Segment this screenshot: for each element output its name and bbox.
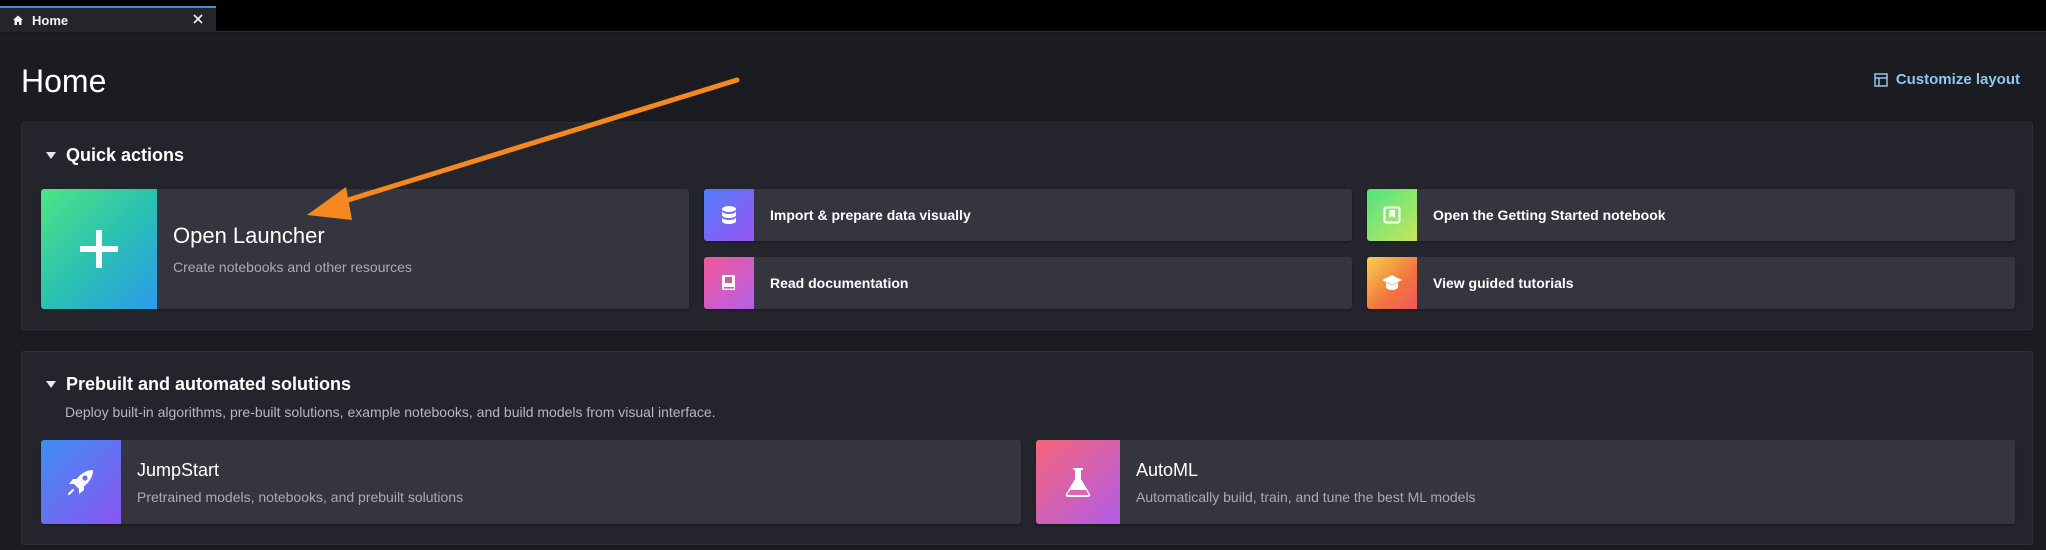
customize-layout-button[interactable]: Customize layout [1874, 71, 2020, 88]
read-documentation-card[interactable]: Read documentation [704, 257, 1352, 309]
book-icon [704, 257, 754, 309]
read-documentation-label: Read documentation [770, 275, 909, 291]
open-launcher-card[interactable]: Open Launcher Create notebooks and other… [41, 189, 689, 309]
prebuilt-solutions-panel: Prebuilt and automated solutions Deploy … [21, 351, 2033, 545]
caret-down-icon [46, 152, 56, 159]
open-launcher-title: Open Launcher [173, 223, 325, 248]
graduation-cap-icon [1367, 257, 1417, 309]
prebuilt-solutions-description: Deploy built-in algorithms, pre-built so… [65, 404, 716, 420]
notebook-icon [1367, 189, 1417, 241]
jumpstart-title: JumpStart [137, 459, 220, 480]
guided-tutorials-card[interactable]: View guided tutorials [1367, 257, 2015, 309]
database-icon [704, 189, 754, 241]
tab-home[interactable]: Home [0, 6, 216, 32]
guided-tutorials-label: View guided tutorials [1433, 275, 1574, 291]
flask-icon [1036, 440, 1120, 524]
rocket-icon [41, 440, 121, 524]
prebuilt-solutions-toggle[interactable]: Prebuilt and automated solutions [46, 374, 351, 395]
layout-icon [1874, 72, 1888, 87]
quick-actions-panel: Quick actions Open Launcher Create noteb… [21, 122, 2033, 330]
import-prepare-data-label: Import & prepare data visually [770, 207, 971, 223]
home-icon [12, 14, 24, 26]
quick-actions-heading: Quick actions [66, 145, 185, 165]
tab-label: Home [32, 12, 69, 28]
tab-strip: Home [0, 0, 2046, 32]
home-page: Home Customize layout Quick actions Open… [0, 33, 2046, 550]
automl-subtitle: Automatically build, train, and tune the… [1136, 488, 1476, 505]
quick-actions-toggle[interactable]: Quick actions [46, 145, 184, 166]
page-title: Home [21, 63, 107, 99]
prebuilt-solutions-heading: Prebuilt and automated solutions [66, 374, 352, 394]
automl-title: AutoML [1136, 459, 1199, 480]
plus-icon [41, 189, 157, 309]
jumpstart-subtitle: Pretrained models, notebooks, and prebui… [137, 488, 464, 505]
automl-card[interactable]: AutoML Automatically build, train, and t… [1036, 440, 2015, 524]
getting-started-notebook-label: Open the Getting Started notebook [1433, 207, 1666, 223]
caret-down-icon [46, 381, 56, 388]
customize-layout-label: Customize layout [1895, 71, 2020, 88]
jumpstart-card[interactable]: JumpStart Pretrained models, notebooks, … [41, 440, 1021, 524]
open-launcher-subtitle: Create notebooks and other resources [173, 259, 412, 275]
import-prepare-data-card[interactable]: Import & prepare data visually [704, 189, 1352, 241]
close-icon[interactable] [190, 11, 206, 27]
getting-started-notebook-card[interactable]: Open the Getting Started notebook [1367, 189, 2015, 241]
